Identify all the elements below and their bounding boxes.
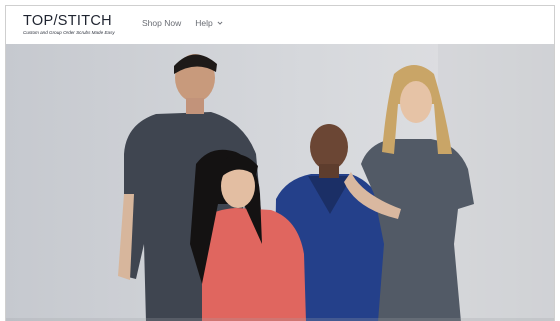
brand-name: TOP/STITCH <box>23 13 112 29</box>
nav-help-label: Help <box>195 18 213 28</box>
nav-help[interactable]: Help <box>195 18 223 28</box>
brand-tagline: Custom and Group Order Scrubs Made Easy <box>23 30 115 35</box>
hero-banner <box>6 44 554 321</box>
nav-shop-now[interactable]: Shop Now <box>142 18 181 28</box>
chevron-down-icon <box>217 21 223 25</box>
site-header: TOP/STITCH Custom and Group Order Scrubs… <box>6 6 554 44</box>
brand-logo[interactable]: TOP/STITCH Custom and Group Order Scrubs… <box>23 14 123 40</box>
browser-page-frame: TOP/STITCH Custom and Group Order Scrubs… <box>5 5 555 321</box>
hero-image <box>6 44 554 321</box>
main-nav: Shop Now Help <box>142 18 223 28</box>
nav-shop-now-label: Shop Now <box>142 18 182 28</box>
